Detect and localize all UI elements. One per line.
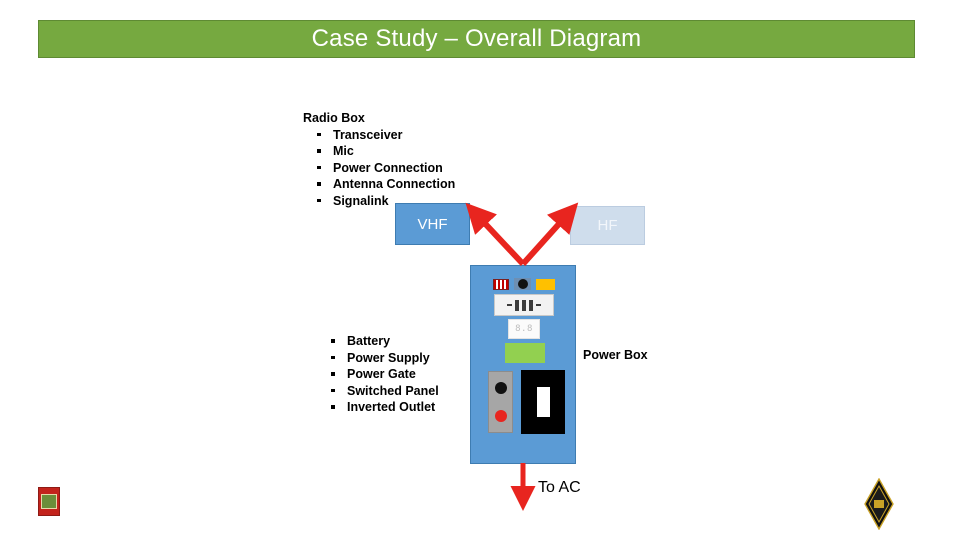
- bullet-icon: [331, 372, 335, 376]
- meter-value: 8.8: [515, 324, 533, 334]
- hf-radio-box: HF: [570, 206, 645, 245]
- to-ac-label: To AC: [538, 479, 581, 496]
- list-item-label: Power Connection: [333, 160, 443, 175]
- slide-title-banner: Case Study – Overall Diagram: [38, 20, 915, 58]
- list-item: Antenna Connection: [303, 176, 553, 193]
- list-item-label: Power Supply: [347, 350, 430, 365]
- knob-dot-icon: [517, 279, 528, 289]
- panel-switch-icon: [522, 299, 526, 311]
- page-title: Case Study – Overall Diagram: [311, 25, 642, 52]
- inverted-outlet-icon: [521, 370, 565, 434]
- binding-post-red-icon: [494, 410, 507, 422]
- slide-canvas: Case Study – Overall Diagram Radio Box T…: [0, 0, 960, 540]
- bullet-icon: [317, 165, 321, 170]
- binding-post-strip: [488, 371, 513, 433]
- red-emblem-logo: [38, 487, 60, 516]
- arrl-diamond-logo: [862, 478, 896, 530]
- bullet-icon: [317, 132, 321, 137]
- bullet-icon: [331, 355, 335, 360]
- meter-display: 8.8: [508, 319, 540, 339]
- outlet-slot-icon: [536, 387, 550, 417]
- bullet-icon: [331, 388, 335, 393]
- vhf-radio-box: VHF: [395, 203, 470, 245]
- list-item-label: Transceiver: [333, 127, 403, 142]
- list-item: Mic: [303, 143, 553, 160]
- radio-box-text-block: Radio Box Transceiver Mic Power Connecti…: [303, 110, 553, 210]
- arrl-diamond-icon: [864, 478, 894, 530]
- bullet-icon: [317, 198, 321, 203]
- list-item: Power Connection: [303, 160, 553, 177]
- panel-dash-icon: [536, 304, 541, 306]
- list-item-label: Signalink: [333, 193, 389, 208]
- radio-box-list: Transceiver Mic Power Connection Antenna…: [303, 127, 553, 210]
- panel-switch-icon: [529, 299, 533, 311]
- list-item-label: Battery: [347, 334, 391, 348]
- green-battery-block-icon: [505, 343, 545, 363]
- bullet-icon: [317, 182, 321, 186]
- list-item-label: Antenna Connection: [333, 177, 456, 192]
- power-box-top-parts-row: [471, 278, 577, 290]
- list-item-label: Mic: [333, 144, 354, 159]
- binding-post-black-icon: [494, 382, 507, 394]
- knob-icon: [514, 278, 531, 290]
- power-box-graphic: 8.8: [470, 265, 576, 464]
- bullet-icon: [317, 149, 321, 153]
- yellow-module-icon: [536, 278, 555, 290]
- arrow-to-vhf: [465, 202, 526, 267]
- radio-box-heading: Radio Box: [303, 111, 365, 125]
- bullet-icon: [331, 405, 335, 409]
- list-item: Transceiver: [303, 127, 553, 144]
- list-item-label: Switched Panel: [347, 383, 439, 398]
- bullet-icon: [331, 339, 335, 343]
- hf-label: HF: [597, 217, 618, 234]
- vhf-label: VHF: [417, 215, 448, 233]
- list-item-label: Inverted Outlet: [347, 400, 436, 415]
- emblem-inner-icon: [41, 494, 57, 509]
- list-item-label: Power Gate: [347, 367, 416, 382]
- striped-fuse-icon: [493, 278, 509, 290]
- panel-dash-icon: [507, 304, 512, 306]
- arrow-to-hf: [520, 202, 579, 267]
- power-box-label: Power Box: [583, 348, 648, 362]
- switched-panel-icon: [494, 294, 554, 316]
- panel-switch-icon: [515, 299, 519, 311]
